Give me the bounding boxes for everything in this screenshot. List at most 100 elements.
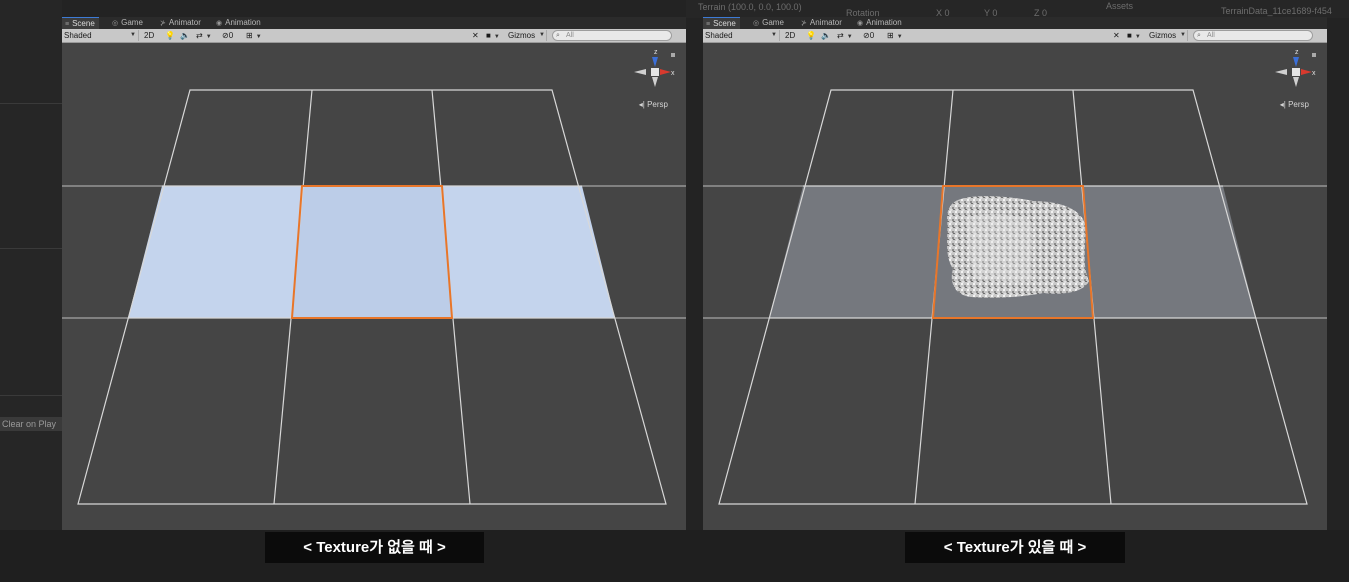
game-icon: ◎	[753, 20, 760, 27]
gizmo-neg-y-axis	[652, 77, 658, 87]
terrain-tile	[128, 186, 302, 318]
hierarchy-search-input[interactable]: ⌕ All	[1193, 30, 1313, 41]
inspector-fragment: Assets	[1106, 1, 1134, 11]
animation-icon: ◉	[857, 20, 864, 27]
camera-dropdown-icon[interactable]: ■ ▼	[1127, 30, 1141, 41]
background-bottom	[0, 530, 1349, 582]
tab-label: Animator	[168, 18, 201, 27]
gizmos-label: Gizmos	[508, 31, 536, 40]
gizmos-dropdown[interactable]: Gizmos ▼	[1149, 30, 1188, 41]
scene-toolbar: Shaded ▼ 2D 💡 🔈 ⇄ ▼ ⊘0 ⊞ ▼ ✕ ■ ▼ Gizmos ▼ ⌕ Al…	[62, 29, 686, 43]
grid-toggle-icon[interactable]: ⊞ ▼	[887, 30, 903, 41]
gizmo-center	[1292, 68, 1300, 76]
tab-scene[interactable]: ≡ Scene	[62, 17, 99, 29]
tab-animator[interactable]: ⊁ Animator	[157, 17, 205, 29]
terrain-tile	[442, 186, 615, 318]
projection-label: Persp	[1288, 100, 1309, 109]
projection-toggle[interactable]: ◂| Persp	[1280, 100, 1309, 109]
tab-label: Animation	[866, 18, 902, 27]
hidden-count: 0	[228, 31, 234, 40]
gizmos-label: Gizmos	[1149, 31, 1177, 40]
scene-view-panel-textured: ≡ Scene ◎ Game ⊁ Animator ◉ Animation Shaded…	[703, 17, 1327, 530]
animator-icon: ⊁	[160, 20, 166, 27]
tab-label: Scene	[713, 19, 736, 28]
background-inspector: Terrain (100.0, 0.0, 100.0) Rotation X 0…	[686, 0, 1349, 18]
inspector-fragment: TerrainData_11ce1689-f454	[1221, 6, 1332, 16]
scene-toolbar: Shaded ▼ 2D 💡 🔈 ⇄ ▼ ⊘0 ⊞ ▼ ✕ ■ ▼ Gizmos ▼ ⌕ Al…	[703, 29, 1327, 43]
gizmo-z-label: z	[1295, 49, 1299, 56]
shading-mode-label: Shaded	[64, 31, 92, 40]
tab-game[interactable]: ◎ Game	[109, 17, 147, 29]
gizmo-z-label: z	[654, 49, 658, 56]
caption-untextured: < Texture가 없을 때 >	[265, 532, 484, 563]
scene-icon: ≡	[706, 21, 711, 28]
2d-toggle-button[interactable]: 2D	[144, 30, 154, 41]
hidden-objects-toggle[interactable]: ⊘0	[863, 30, 874, 41]
gizmo-z-axis	[652, 57, 658, 67]
hierarchy-search-input[interactable]: ⌕ All	[552, 30, 672, 41]
tab-animator[interactable]: ⊁ Animator	[798, 17, 846, 29]
gizmo-neg-x-axis	[1275, 69, 1287, 75]
camera-dropdown-icon[interactable]: ■ ▼	[486, 30, 500, 41]
audio-toggle-icon[interactable]: 🔈	[180, 30, 190, 41]
lock-icon[interactable]	[671, 53, 675, 57]
background-editor-left	[0, 0, 62, 582]
lighting-toggle-icon[interactable]: 💡	[165, 30, 175, 41]
hidden-count: 0	[869, 31, 875, 40]
chevron-down-icon: ▼	[1180, 32, 1186, 38]
lock-icon[interactable]	[1312, 53, 1316, 57]
shading-mode-dropdown[interactable]: Shaded ▼	[705, 30, 780, 41]
tab-label: Animation	[225, 18, 261, 27]
shading-mode-label: Shaded	[705, 31, 733, 40]
caption-textured: < Texture가 있을 때 >	[905, 532, 1125, 563]
clear-on-play-button[interactable]: Clear on Play	[0, 417, 62, 431]
search-placeholder: All	[1207, 32, 1215, 39]
gizmos-dropdown[interactable]: Gizmos ▼	[508, 30, 547, 41]
tab-label: Game	[762, 18, 784, 27]
tab-bar: ≡ Scene ◎ Game ⊁ Animator ◉ Animation	[62, 17, 686, 29]
grid-toggle-icon[interactable]: ⊞ ▼	[246, 30, 262, 41]
projection-label: Persp	[647, 100, 668, 109]
scene-viewport[interactable]	[703, 43, 1327, 530]
chevron-down-icon: ▼	[771, 32, 777, 38]
scene-icon: ≡	[65, 21, 70, 28]
2d-toggle-button[interactable]: 2D	[785, 30, 795, 41]
animation-icon: ◉	[216, 20, 223, 27]
gizmo-z-axis	[1293, 57, 1299, 67]
tab-bar: ≡ Scene ◎ Game ⊁ Animator ◉ Animation	[703, 17, 1327, 29]
projection-toggle[interactable]: ◂| Persp	[639, 100, 668, 109]
tab-label: Game	[121, 18, 143, 27]
gizmo-x-axis	[1301, 69, 1312, 75]
search-placeholder: All	[566, 32, 574, 39]
tab-label: Animator	[809, 18, 842, 27]
gizmo-center	[651, 68, 659, 76]
effects-toggle-icon[interactable]: ⇄ ▼	[837, 30, 853, 41]
animator-icon: ⊁	[801, 20, 807, 27]
gizmo-x-label: x	[671, 70, 675, 77]
gizmo-x-label: x	[1312, 70, 1316, 77]
tab-animation[interactable]: ◉ Animation	[213, 17, 265, 29]
gizmo-neg-y-axis	[1293, 77, 1299, 87]
tab-animation[interactable]: ◉ Animation	[854, 17, 906, 29]
persp-icon: ◂|	[638, 100, 645, 109]
scene-viewport[interactable]	[62, 43, 686, 530]
gizmo-neg-x-axis	[634, 69, 646, 75]
tab-scene[interactable]: ≡ Scene	[703, 17, 740, 29]
texture-highlight	[965, 213, 1033, 282]
search-icon: ⌕	[1197, 32, 1201, 39]
effects-toggle-icon[interactable]: ⇄ ▼	[196, 30, 212, 41]
audio-toggle-icon[interactable]: 🔈	[821, 30, 831, 41]
tab-game[interactable]: ◎ Game	[750, 17, 788, 29]
inspector-fragment: Terrain (100.0, 0.0, 100.0)	[698, 2, 802, 12]
scene-view-panel-untextured: ≡ Scene ◎ Game ⊁ Animator ◉ Animation Shaded…	[62, 17, 686, 530]
terrain-tile-selected	[292, 186, 452, 318]
shading-mode-dropdown[interactable]: Shaded ▼	[64, 30, 139, 41]
lighting-toggle-icon[interactable]: 💡	[806, 30, 816, 41]
chevron-down-icon: ▼	[130, 32, 136, 38]
tools-icon[interactable]: ✕	[472, 30, 479, 41]
hidden-objects-toggle[interactable]: ⊘0	[222, 30, 233, 41]
search-icon: ⌕	[556, 32, 560, 39]
tools-icon[interactable]: ✕	[1113, 30, 1120, 41]
chevron-down-icon: ▼	[539, 32, 545, 38]
tab-label: Scene	[72, 19, 95, 28]
